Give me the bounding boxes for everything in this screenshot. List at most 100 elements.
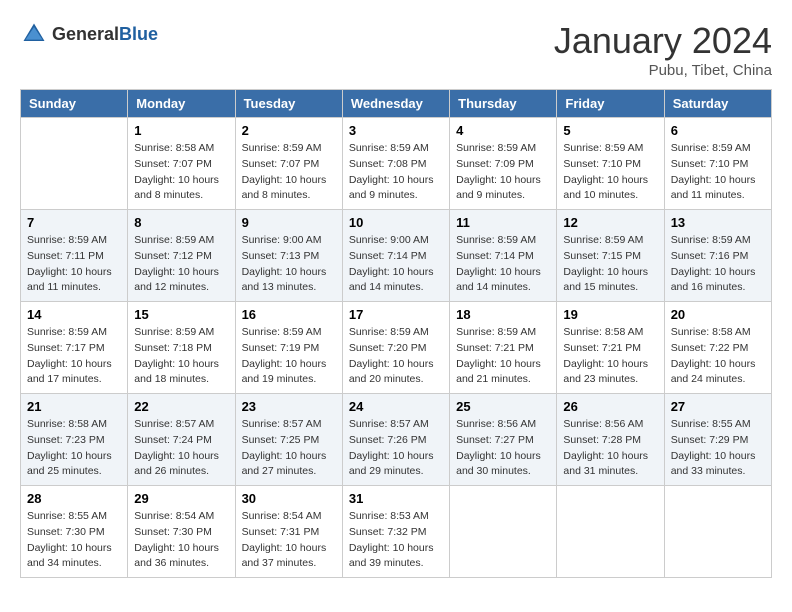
calendar-cell: 31 Sunrise: 8:53 AM Sunset: 7:32 PM Dayli…: [342, 486, 449, 578]
day-info: Sunrise: 8:59 AM Sunset: 7:17 PM Dayligh…: [27, 325, 121, 388]
day-number: 30: [242, 491, 336, 506]
day-info: Sunrise: 8:57 AM Sunset: 7:25 PM Dayligh…: [242, 417, 336, 480]
day-number: 18: [456, 307, 550, 322]
calendar-cell: 2 Sunrise: 8:59 AM Sunset: 7:07 PM Daylig…: [235, 118, 342, 210]
day-number: 25: [456, 399, 550, 414]
calendar-cell: 25 Sunrise: 8:56 AM Sunset: 7:27 PM Dayli…: [450, 394, 557, 486]
day-number: 31: [349, 491, 443, 506]
day-number: 7: [27, 215, 121, 230]
calendar-cell: [450, 486, 557, 578]
calendar-cell: 6Sunrise: 8:59 AM Sunset: 7:10 PM Daylig…: [664, 118, 771, 210]
calendar-cell: 13 Sunrise: 8:59 AM Sunset: 7:16 PM Dayli…: [664, 210, 771, 302]
calendar-cell: 18 Sunrise: 8:59 AM Sunset: 7:21 PM Dayli…: [450, 302, 557, 394]
calendar-table: SundayMondayTuesdayWednesdayThursdayFrid…: [20, 89, 772, 578]
calendar-week-2: 7Sunrise: 8:59 AM Sunset: 7:11 PM Daylig…: [21, 210, 772, 302]
page-header: GeneralBlue January 2024 Pubu, Tibet, Ch…: [20, 20, 772, 79]
calendar-cell: 21 Sunrise: 8:58 AM Sunset: 7:23 PM Dayli…: [21, 394, 128, 486]
day-number: 27: [671, 399, 765, 414]
logo-text-general: General: [52, 24, 119, 44]
day-info: Sunrise: 8:57 AM Sunset: 7:24 PM Dayligh…: [134, 417, 228, 480]
day-info: Sunrise: 8:59 AM Sunset: 7:20 PM Dayligh…: [349, 325, 443, 388]
day-info: Sunrise: 9:00 AM Sunset: 7:14 PM Dayligh…: [349, 233, 443, 296]
day-number: 16: [242, 307, 336, 322]
calendar-cell: [21, 118, 128, 210]
calendar-cell: 14 Sunrise: 8:59 AM Sunset: 7:17 PM Dayli…: [21, 302, 128, 394]
day-info: Sunrise: 8:59 AM Sunset: 7:21 PM Dayligh…: [456, 325, 550, 388]
calendar-cell: 17 Sunrise: 8:59 AM Sunset: 7:20 PM Dayli…: [342, 302, 449, 394]
day-info: Sunrise: 8:59 AM Sunset: 7:07 PM Dayligh…: [242, 141, 336, 204]
day-number: 5: [563, 123, 657, 138]
day-info: Sunrise: 8:58 AM Sunset: 7:21 PM Dayligh…: [563, 325, 657, 388]
logo-icon: [20, 20, 48, 48]
weekday-header-monday: Monday: [128, 90, 235, 118]
calendar-week-1: 1 Sunrise: 8:58 AM Sunset: 7:07 PM Daylig…: [21, 118, 772, 210]
day-number: 20: [671, 307, 765, 322]
day-number: 1: [134, 123, 228, 138]
day-number: 29: [134, 491, 228, 506]
calendar-cell: 3Sunrise: 8:59 AM Sunset: 7:08 PM Daylig…: [342, 118, 449, 210]
calendar-cell: 30 Sunrise: 8:54 AM Sunset: 7:31 PM Dayli…: [235, 486, 342, 578]
day-number: 19: [563, 307, 657, 322]
calendar-cell: 20Sunrise: 8:58 AM Sunset: 7:22 PM Dayli…: [664, 302, 771, 394]
title-block: January 2024 Pubu, Tibet, China: [554, 20, 772, 79]
day-number: 9: [242, 215, 336, 230]
day-number: 8: [134, 215, 228, 230]
calendar-week-5: 28Sunrise: 8:55 AM Sunset: 7:30 PM Dayli…: [21, 486, 772, 578]
weekday-header-wednesday: Wednesday: [342, 90, 449, 118]
calendar-cell: 29 Sunrise: 8:54 AM Sunset: 7:30 PM Dayli…: [128, 486, 235, 578]
day-info: Sunrise: 8:58 AM Sunset: 7:07 PM Dayligh…: [134, 141, 228, 204]
calendar-cell: 9 Sunrise: 9:00 AM Sunset: 7:13 PM Daylig…: [235, 210, 342, 302]
day-number: 28: [27, 491, 121, 506]
day-info: Sunrise: 8:57 AM Sunset: 7:26 PM Dayligh…: [349, 417, 443, 480]
logo: GeneralBlue: [20, 20, 158, 48]
day-info: Sunrise: 8:59 AM Sunset: 7:15 PM Dayligh…: [563, 233, 657, 296]
day-info: Sunrise: 8:59 AM Sunset: 7:12 PM Dayligh…: [134, 233, 228, 296]
day-info: Sunrise: 8:54 AM Sunset: 7:31 PM Dayligh…: [242, 509, 336, 572]
day-number: 24: [349, 399, 443, 414]
day-number: 2: [242, 123, 336, 138]
calendar-cell: 5Sunrise: 8:59 AM Sunset: 7:10 PM Daylig…: [557, 118, 664, 210]
day-info: Sunrise: 8:59 AM Sunset: 7:10 PM Dayligh…: [671, 141, 765, 204]
calendar-cell: 11Sunrise: 8:59 AM Sunset: 7:14 PM Dayli…: [450, 210, 557, 302]
calendar-cell: 15Sunrise: 8:59 AM Sunset: 7:18 PM Dayli…: [128, 302, 235, 394]
weekday-header-thursday: Thursday: [450, 90, 557, 118]
day-info: Sunrise: 8:54 AM Sunset: 7:30 PM Dayligh…: [134, 509, 228, 572]
day-info: Sunrise: 8:59 AM Sunset: 7:08 PM Dayligh…: [349, 141, 443, 204]
calendar-cell: 7Sunrise: 8:59 AM Sunset: 7:11 PM Daylig…: [21, 210, 128, 302]
day-number: 13: [671, 215, 765, 230]
day-number: 12: [563, 215, 657, 230]
logo-text-blue: Blue: [119, 24, 158, 44]
day-number: 14: [27, 307, 121, 322]
calendar-cell: 22 Sunrise: 8:57 AM Sunset: 7:24 PM Dayli…: [128, 394, 235, 486]
calendar-cell: 27Sunrise: 8:55 AM Sunset: 7:29 PM Dayli…: [664, 394, 771, 486]
day-number: 4: [456, 123, 550, 138]
calendar-cell: 24 Sunrise: 8:57 AM Sunset: 7:26 PM Dayli…: [342, 394, 449, 486]
day-number: 21: [27, 399, 121, 414]
weekday-header-saturday: Saturday: [664, 90, 771, 118]
calendar-cell: [664, 486, 771, 578]
calendar-cell: 10 Sunrise: 9:00 AM Sunset: 7:14 PM Dayli…: [342, 210, 449, 302]
calendar-cell: 28Sunrise: 8:55 AM Sunset: 7:30 PM Dayli…: [21, 486, 128, 578]
day-info: Sunrise: 8:59 AM Sunset: 7:16 PM Dayligh…: [671, 233, 765, 296]
weekday-header-friday: Friday: [557, 90, 664, 118]
day-number: 17: [349, 307, 443, 322]
day-info: Sunrise: 8:56 AM Sunset: 7:27 PM Dayligh…: [456, 417, 550, 480]
day-info: Sunrise: 9:00 AM Sunset: 7:13 PM Dayligh…: [242, 233, 336, 296]
day-info: Sunrise: 8:56 AM Sunset: 7:28 PM Dayligh…: [563, 417, 657, 480]
day-number: 22: [134, 399, 228, 414]
calendar-week-3: 14 Sunrise: 8:59 AM Sunset: 7:17 PM Dayli…: [21, 302, 772, 394]
month-title: January 2024: [554, 20, 772, 62]
day-info: Sunrise: 8:59 AM Sunset: 7:18 PM Dayligh…: [134, 325, 228, 388]
weekday-header-tuesday: Tuesday: [235, 90, 342, 118]
day-info: Sunrise: 8:53 AM Sunset: 7:32 PM Dayligh…: [349, 509, 443, 572]
calendar-cell: 23Sunrise: 8:57 AM Sunset: 7:25 PM Dayli…: [235, 394, 342, 486]
calendar-cell: 12 Sunrise: 8:59 AM Sunset: 7:15 PM Dayli…: [557, 210, 664, 302]
calendar-cell: 16 Sunrise: 8:59 AM Sunset: 7:19 PM Dayli…: [235, 302, 342, 394]
day-number: 10: [349, 215, 443, 230]
day-info: Sunrise: 8:59 AM Sunset: 7:19 PM Dayligh…: [242, 325, 336, 388]
calendar-cell: 26Sunrise: 8:56 AM Sunset: 7:28 PM Dayli…: [557, 394, 664, 486]
weekday-header-sunday: Sunday: [21, 90, 128, 118]
calendar-cell: 1 Sunrise: 8:58 AM Sunset: 7:07 PM Daylig…: [128, 118, 235, 210]
day-number: 11: [456, 215, 550, 230]
day-info: Sunrise: 8:58 AM Sunset: 7:23 PM Dayligh…: [27, 417, 121, 480]
